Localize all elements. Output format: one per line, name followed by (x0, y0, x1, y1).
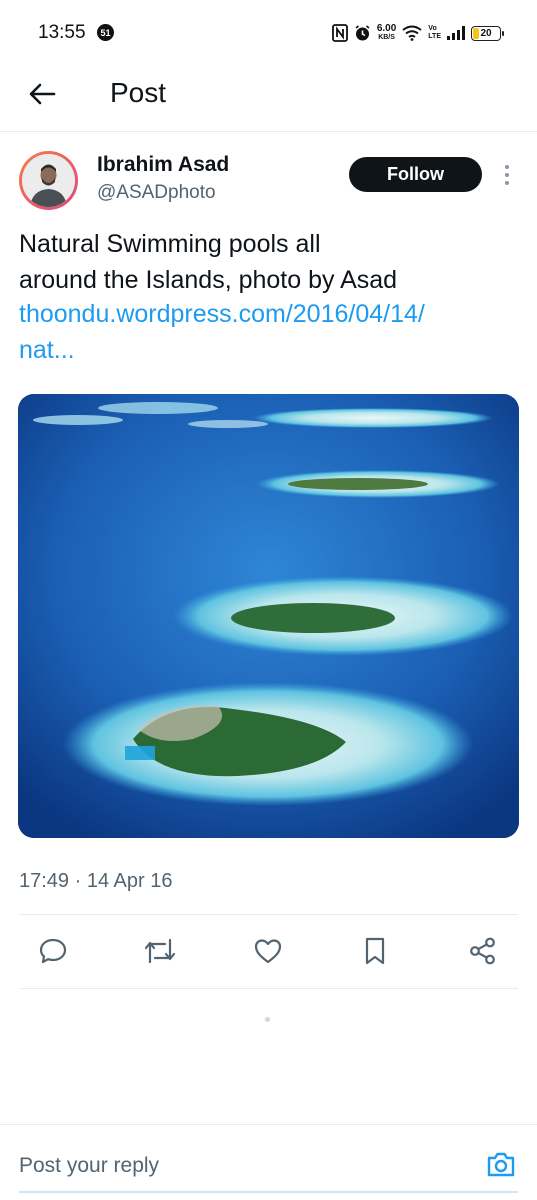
status-bar: 13:55 51 6.00 KB/S Vo LTE 20 (0, 0, 537, 66)
author-handle[interactable]: @ASADphoto (97, 182, 216, 204)
camera-icon (487, 1152, 515, 1177)
signal-icon (447, 26, 465, 40)
post-text-line: around the Islands, photo by Asad (19, 266, 398, 294)
reply-underline (19, 1191, 518, 1193)
top-app-bar: Post (0, 66, 537, 132)
net-speed: 6.00 KB/S (376, 23, 397, 42)
author-name[interactable]: Ibrahim Asad (97, 153, 229, 177)
camera-button[interactable] (484, 1147, 518, 1181)
battery-icon: 20 (471, 25, 504, 41)
nfc-icon (331, 24, 348, 42)
bookmark-button[interactable] (358, 934, 392, 968)
post-image[interactable] (18, 394, 519, 838)
post-link[interactable]: thoondu.wordpress.com/2016/04/14/ nat... (19, 296, 519, 368)
post-actions (0, 928, 537, 974)
reply-input[interactable] (19, 1149, 459, 1183)
notification-count-badge: 51 (97, 24, 114, 41)
post-text: Natural Swimming pools all around the Is… (19, 226, 519, 298)
divider (19, 988, 518, 989)
repost-button[interactable] (143, 934, 177, 968)
post-screen: 13:55 51 6.00 KB/S Vo LTE 20 Post Ibrahi… (0, 0, 537, 1200)
status-time: 13:55 (38, 22, 86, 43)
post-link-line: nat... (19, 336, 75, 364)
heart-icon (254, 939, 282, 964)
status-icons: 6.00 KB/S Vo LTE 20 (331, 20, 504, 46)
page-title: Post (110, 77, 167, 108)
alarm-icon (354, 24, 371, 42)
comment-icon (39, 938, 67, 964)
back-button[interactable] (24, 76, 60, 112)
divider (19, 914, 518, 915)
post-timestamp: 17:49 · 14 Apr 16 (19, 870, 173, 892)
bookmark-icon (365, 937, 385, 965)
wifi-icon (402, 25, 422, 41)
reply-bar (0, 1124, 537, 1200)
follow-button[interactable]: Follow (349, 157, 482, 192)
post-text-line: Natural Swimming pools all (19, 230, 321, 258)
share-button[interactable] (466, 934, 500, 968)
repost-icon (144, 938, 176, 964)
volte-indicator: Vo LTE (428, 25, 441, 40)
share-icon (470, 937, 495, 965)
like-button[interactable] (251, 934, 285, 968)
more-options-icon[interactable] (498, 162, 516, 188)
reply-button[interactable] (36, 934, 70, 968)
arrow-left-icon (29, 83, 56, 105)
loading-indicator (265, 1017, 270, 1022)
post-link-line: thoondu.wordpress.com/2016/04/14/ (19, 300, 425, 328)
avatar[interactable] (19, 151, 78, 210)
